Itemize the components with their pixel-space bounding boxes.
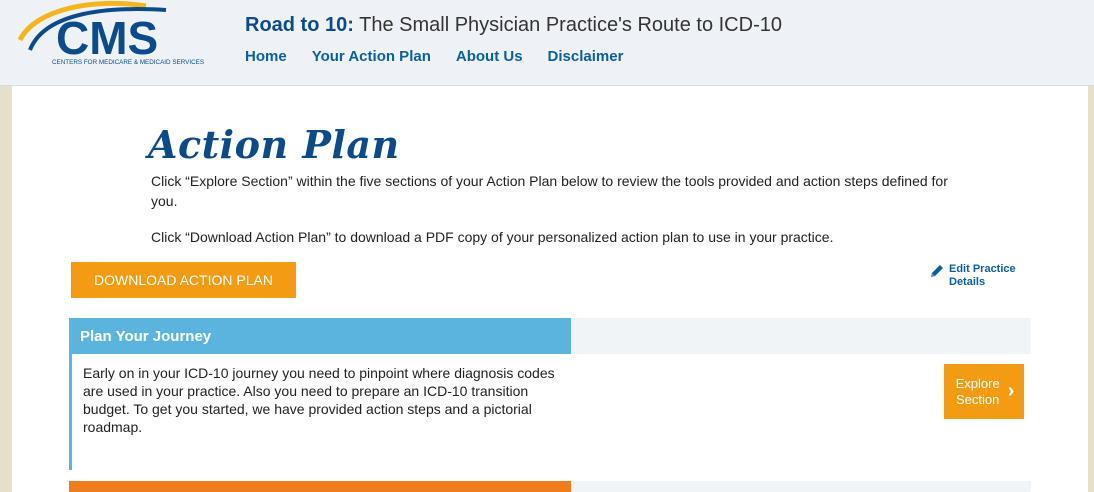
nav-your-action-plan[interactable]: Your Action Plan <box>312 48 431 65</box>
intro-explore-text: Click “Explore Section” within the five … <box>151 173 948 209</box>
pencil-icon <box>931 265 943 277</box>
download-action-plan-button[interactable]: DOWNLOAD ACTION PLAN <box>71 262 296 298</box>
page-title: Action Plan <box>148 122 400 167</box>
site-title: Road to 10: The Small Physician Practice… <box>245 14 782 37</box>
edit-practice-details-label: Edit Practice Details <box>949 263 1016 289</box>
explore-section-label: Explore Section <box>955 375 1000 407</box>
site-header: CMS CENTERS FOR MEDICARE & MEDICAID SERV… <box>0 0 1094 86</box>
cms-logo-subtext: CENTERS FOR MEDICARE & MEDICAID SERVICES <box>52 59 204 66</box>
nav-about-us[interactable]: About Us <box>456 48 523 65</box>
edit-label-line1: Edit Practice <box>949 263 1016 275</box>
explore-section-button[interactable]: Explore Section › <box>944 364 1024 419</box>
cms-logo-text: CMS <box>56 12 158 64</box>
edit-practice-details-link[interactable]: Edit Practice Details <box>929 263 1016 289</box>
nav-disclaimer[interactable]: Disclaimer <box>548 48 624 65</box>
nav-home[interactable]: Home <box>245 48 287 65</box>
intro-download-text: Click “Download Action Plan” to download… <box>151 229 834 245</box>
next-section-title-bar[interactable] <box>69 481 571 492</box>
section-body: Early on in your ICD-10 journey you need… <box>69 354 1031 470</box>
edit-label-line2: Details <box>949 276 986 288</box>
section-plan-your-journey: Plan Your Journey Early on in your ICD-1… <box>69 318 1031 470</box>
section-title: Plan Your Journey <box>69 318 571 354</box>
cms-logo[interactable]: CMS CENTERS FOR MEDICARE & MEDICAID SERV… <box>16 0 216 72</box>
site-title-rest: The Small Physician Practice's Route to … <box>353 14 782 36</box>
chevron-right-icon: › <box>1007 380 1015 402</box>
main-nav: Home Your Action Plan About Us Disclaime… <box>245 48 623 65</box>
section-description: Early on in your ICD-10 journey you need… <box>83 365 555 435</box>
site-title-strong: Road to 10: <box>245 14 354 36</box>
